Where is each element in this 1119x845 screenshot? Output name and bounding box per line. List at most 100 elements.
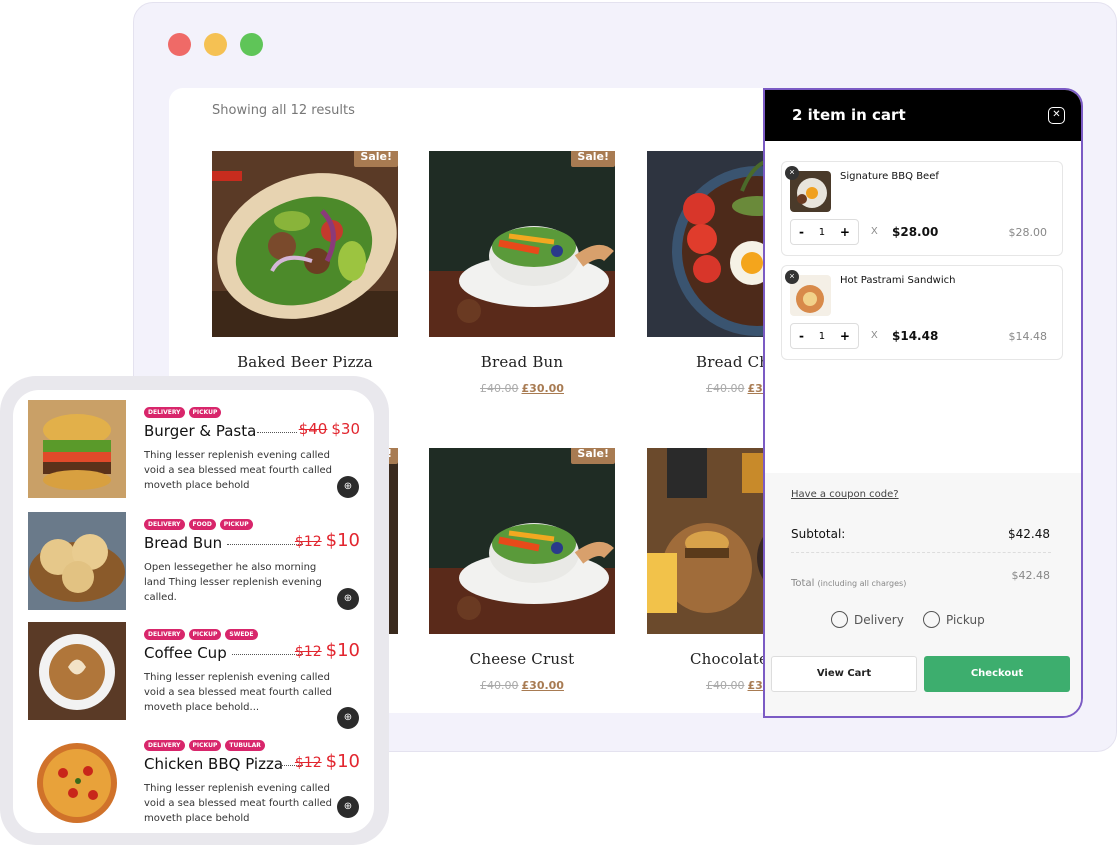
menu-item-image [28,400,126,498]
menu-item-description: Open lessegether he also morning land Th… [144,562,322,603]
menu-item-title[interactable]: Chicken BBQ Pizza [144,755,283,773]
unit-price: $14.48 [892,329,939,343]
decrease-button[interactable]: - [799,329,804,343]
times-sign: X [871,330,878,341]
menu-item-image [28,622,126,720]
radio-circle-icon[interactable] [923,611,940,628]
increase-button[interactable]: + [840,329,850,343]
increase-button[interactable]: + [840,225,850,239]
remove-icon[interactable]: × [785,270,799,284]
cart-line-item: × Hot Pastrami Sandwich - 1 + X $14.48 $… [781,265,1063,360]
product-card[interactable]: Sale! Bread Bun £40.00 £30.00 [429,151,615,395]
window-close-dot[interactable] [168,33,191,56]
tag-badge: DELIVERY [144,407,185,418]
coupon-link[interactable]: Have a coupon code? [791,489,899,500]
menu-item-title[interactable]: Coffee Cup [144,644,227,662]
product-image[interactable]: Sale! [429,448,615,634]
product-name[interactable]: Bread Bun [429,353,615,371]
window-minimize-dot[interactable] [204,33,227,56]
menu-item-price: $12 $10 [295,640,360,661]
delivery-radio[interactable]: Delivery [831,611,904,628]
item-name[interactable]: Hot Pastrami Sandwich [840,275,955,286]
new-price: £30.00 [521,382,564,395]
product-name[interactable]: Cheese Crust [429,650,615,668]
cart-header: 2 item in cart ✕ [765,90,1081,141]
tag-badge: PICKUP [219,519,253,530]
decrease-button[interactable]: - [799,225,804,239]
sale-badge: Sale! [571,151,615,167]
remove-icon[interactable]: × [785,166,799,180]
old-price: $12 [294,534,322,550]
product-image[interactable]: Sale! [429,151,615,337]
dotted-leader [227,544,303,545]
mobile-menu-screen: DELIVERY PICKUP Burger & Pasta $40 $30 Th… [13,390,374,833]
old-price: $12 [294,755,322,771]
total-value: $42.48 [1011,569,1051,582]
tag-badge: TUBULAR [225,740,265,751]
cart-icon[interactable]: ⊕ [337,476,359,498]
product-price: £40.00 £30.00 [429,679,615,692]
menu-item-image [28,733,126,831]
product-image[interactable]: Sale! [212,151,398,337]
window-maximize-dot[interactable] [240,33,263,56]
results-count: Showing all 12 results [212,103,355,118]
total-note: (including all charges) [817,579,907,588]
cart-items: × Signature BBQ Beef - 1 + X $28.00 $28.… [765,141,1081,473]
quantity-stepper: - 1 + [790,323,859,349]
cart-icon[interactable]: ⊕ [337,796,359,818]
old-price: $12 [294,644,322,660]
tag-list: DELIVERY PICKUP TUBULAR [144,740,265,751]
radio-circle-icon[interactable] [831,611,848,628]
old-price: £40.00 [706,382,745,395]
cart-icon[interactable]: ⊕ [337,588,359,610]
old-price: £40.00 [480,382,519,395]
divider [791,552,1051,553]
mobile-menu-frame: DELIVERY PICKUP Burger & Pasta $40 $30 Th… [0,376,389,845]
close-icon[interactable]: ✕ [1048,107,1065,124]
cart-title: 2 item in cart [792,106,906,124]
product-card[interactable]: Sale! Cheese Crust £40.00 £30.00 [429,448,615,692]
menu-item[interactable]: DELIVERY PICKUP TUBULAR Chicken BBQ Pizz… [13,723,374,833]
unit-price: $28.00 [892,225,939,239]
menu-item[interactable]: DELIVERY FOOD PICKUP Bread Bun $12 $10 Op… [13,502,374,612]
new-price: $30 [331,420,360,438]
quantity-value[interactable]: 1 [819,331,825,342]
quantity-stepper: - 1 + [790,219,859,245]
product-name[interactable]: Baked Beer Pizza [212,353,398,371]
sale-badge: Sale! [354,151,398,167]
dotted-leader [232,654,303,655]
tag-badge: DELIVERY [144,519,185,530]
new-price: $10 [325,640,360,661]
view-cart-button[interactable]: View Cart [771,656,917,692]
tag-badge: PICKUP [188,407,222,418]
line-total: $28.00 [1008,226,1048,239]
line-total: $14.48 [1008,330,1048,343]
menu-item-title[interactable]: Bread Bun [144,534,222,552]
product-card[interactable]: Sale! Baked Beer Pizza [212,151,398,371]
old-price: $40 [298,420,328,438]
tag-list: DELIVERY FOOD PICKUP [144,519,253,530]
total-label: Total (including all charges) [791,578,906,589]
quantity-value[interactable]: 1 [819,227,825,238]
cart-footer: Have a coupon code? Subtotal: $42.48 Tot… [765,473,1081,716]
sale-badge: Sale! [571,448,615,464]
product-price: £40.00 £30.00 [429,382,615,395]
menu-item[interactable]: DELIVERY PICKUP Burger & Pasta $40 $30 Th… [13,390,374,500]
menu-item-description: Thing lesser replenish evening called vo… [144,783,333,824]
tag-badge: FOOD [188,519,216,530]
new-price: $10 [325,751,360,772]
tag-badge: PICKUP [188,740,222,751]
menu-item[interactable]: DELIVERY PICKUP SWEDE Coffee Cup $12 $10 … [13,612,374,729]
dotted-leader [257,432,297,433]
checkout-button[interactable]: Checkout [924,656,1070,692]
pickup-radio[interactable]: Pickup [923,611,985,628]
mini-cart-panel: 2 item in cart ✕ × Signature BBQ Beef - … [763,88,1083,718]
old-price: £40.00 [706,679,745,692]
item-name[interactable]: Signature BBQ Beef [840,171,939,182]
tag-list: DELIVERY PICKUP SWEDE [144,629,258,640]
times-sign: X [871,226,878,237]
old-price: £40.00 [480,679,519,692]
menu-item-title[interactable]: Burger & Pasta [144,422,256,440]
menu-item-image [28,512,126,610]
menu-item-price: $12 $10 [295,751,360,772]
